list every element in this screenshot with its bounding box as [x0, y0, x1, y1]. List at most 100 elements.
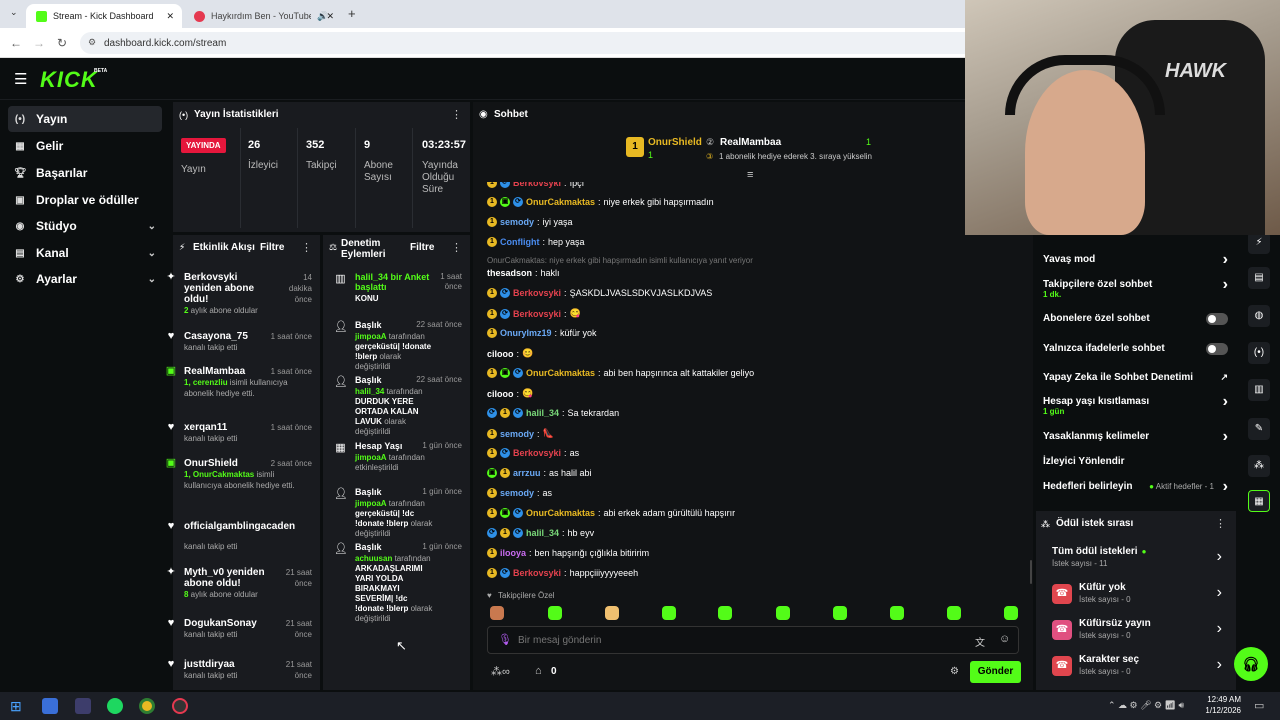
- close-tab-icon[interactable]: ✕: [166, 11, 174, 22]
- sidebar-item-kanal[interactable]: ▤ Kanal ⌄: [8, 240, 162, 266]
- emote-icon[interactable]: [548, 606, 562, 620]
- site-info-icon[interactable]: ⚙: [88, 37, 96, 48]
- setting-row[interactable]: Abonelere özel sohbet: [1043, 313, 1228, 325]
- expand-pinned-icon[interactable]: ≡: [747, 169, 753, 181]
- browser-tab-kick[interactable]: Stream - Kick Dashboard ✕: [26, 4, 182, 28]
- activity-filter-button[interactable]: Filtre: [260, 242, 284, 253]
- event-name[interactable]: Casayona_75: [184, 331, 270, 342]
- app-icon[interactable]: [42, 698, 58, 714]
- reward-item[interactable]: ☎ Karakter seç İstek sayısı - 0 ›: [1052, 654, 1222, 676]
- chevron-right-icon[interactable]: ›: [1217, 620, 1222, 638]
- reload-icon[interactable]: ↻: [57, 36, 67, 50]
- chat-username[interactable]: cilooo: [487, 349, 514, 359]
- event-name[interactable]: Berkovsyki yeniden abone oldu!: [184, 272, 270, 305]
- emoji-icon[interactable]: ☺: [999, 633, 1010, 645]
- channel-points-icon[interactable]: ⁂∞: [491, 665, 510, 678]
- reward-item[interactable]: Tüm ödül istekleri ● İstek sayısı - 11 ›: [1052, 546, 1222, 568]
- chat-settings-gear-icon[interactable]: ⚙: [950, 666, 959, 677]
- chat-message-input[interactable]: [518, 632, 938, 648]
- tab-list-chevron-icon[interactable]: ⌄: [10, 7, 18, 18]
- moderator-name[interactable]: achuusan: [355, 554, 392, 563]
- external-link-icon[interactable]: ↗: [1220, 372, 1228, 383]
- chat-username[interactable]: semody: [500, 488, 534, 498]
- chat-username[interactable]: ilooya: [500, 548, 526, 558]
- forward-icon[interactable]: →: [33, 36, 45, 50]
- reward-item[interactable]: ☎ Küfürsüz yayın İstek sayısı - 0 ›: [1052, 618, 1222, 640]
- chevron-right-icon[interactable]: ›: [1217, 548, 1222, 566]
- support-headset-icon[interactable]: 🎧︎: [1234, 647, 1268, 681]
- emote-icon[interactable]: [1004, 606, 1018, 620]
- setting-row[interactable]: Hedefleri belirleyin › ● Aktif hedefler - …: [1043, 478, 1228, 495]
- chat-username[interactable]: semody: [500, 429, 534, 439]
- gift-box-icon[interactable]: ⌂: [535, 665, 542, 677]
- chat-icon[interactable]: ◍: [1248, 305, 1270, 327]
- event-name[interactable]: justtdiryaa: [184, 659, 270, 670]
- browser-tab-youtube[interactable]: Haykırdım Ben - YouTube M 🔊 ✕: [184, 4, 342, 28]
- moderation-menu-icon[interactable]: ⋮: [451, 241, 462, 254]
- reward-item[interactable]: ☎ Küfür yok İstek sayısı - 0 ›: [1052, 582, 1222, 604]
- moderator-name[interactable]: halil_34: [355, 387, 384, 396]
- chat-username[interactable]: Berkovsyki: [513, 309, 561, 319]
- clapperboard-icon[interactable]: ▦: [1248, 490, 1270, 512]
- spotify-icon[interactable]: [107, 698, 123, 714]
- emote-icon[interactable]: [947, 606, 961, 620]
- chevron-right-icon[interactable]: ›: [1217, 656, 1222, 674]
- back-icon[interactable]: ←: [10, 36, 22, 50]
- event-name[interactable]: xerqan11: [184, 422, 270, 433]
- moderator-name[interactable]: jimpoaA: [355, 499, 387, 508]
- emote-icon[interactable]: [776, 606, 790, 620]
- setting-row[interactable]: Yapay Zeka ile Sohbet Denetimi ↗: [1043, 372, 1228, 383]
- event-name[interactable]: OnurShield: [184, 458, 270, 469]
- pinned-left-name[interactable]: OnurShield: [648, 137, 702, 148]
- sidebar-item-basarilar[interactable]: 🏆︎ Başarılar: [8, 160, 162, 186]
- chat-username[interactable]: thesadson: [487, 268, 532, 278]
- chat-username[interactable]: OnurCakmaktas: [526, 368, 595, 378]
- stats-menu-icon[interactable]: ⋮: [451, 108, 462, 121]
- setting-row[interactable]: Yalnızca ifadelerle sohbet: [1043, 343, 1228, 355]
- setting-row[interactable]: Takipçilere özel sohbet 1 dk. ›: [1043, 276, 1228, 299]
- quick-action-bolt-icon[interactable]: ⚡︎: [1248, 232, 1270, 254]
- setting-row[interactable]: İzleyici Yönlendir: [1043, 456, 1228, 467]
- emote-icon[interactable]: [890, 606, 904, 620]
- notification-icon[interactable]: ▭: [1254, 699, 1264, 712]
- app-icon[interactable]: [75, 698, 91, 714]
- setting-row[interactable]: Yavaş mod ›: [1043, 251, 1228, 268]
- broadcast-icon[interactable]: (•): [1248, 342, 1270, 364]
- chat-username[interactable]: cilooo: [487, 389, 514, 399]
- emote-icon[interactable]: [833, 606, 847, 620]
- setting-toggle[interactable]: [1206, 343, 1228, 355]
- sidebar-item-gelir[interactable]: ▦ Gelir: [8, 133, 162, 159]
- pinned-right-name[interactable]: RealMambaa: [720, 137, 781, 148]
- obs-icon[interactable]: [172, 698, 188, 714]
- kick-logo[interactable]: KICK: [40, 67, 98, 93]
- setting-toggle[interactable]: [1206, 313, 1228, 325]
- chat-username[interactable]: Berkovsyki: [513, 568, 561, 578]
- emote-icon[interactable]: [662, 606, 676, 620]
- chrome-icon[interactable]: [139, 698, 155, 714]
- microphone-icon[interactable]: 🎙︎: [498, 633, 512, 646]
- emote-icon[interactable]: [605, 606, 619, 620]
- close-tab-icon[interactable]: ✕: [326, 11, 334, 22]
- chat-username[interactable]: arrzuu: [513, 468, 541, 478]
- chat-username[interactable]: semody: [500, 217, 534, 227]
- chevron-right-icon[interactable]: ›: [1217, 584, 1222, 602]
- sidebar-item-studyo[interactable]: ◉ Stüdyo ⌄: [8, 213, 162, 239]
- sidebar-item-droplar[interactable]: ▣ Droplar ve ödüller: [8, 187, 162, 213]
- send-button[interactable]: Gönder: [970, 661, 1021, 683]
- chat-username[interactable]: Berkovsyki: [513, 288, 561, 298]
- translate-icon[interactable]: 文: [975, 634, 985, 649]
- hamburger-menu-icon[interactable]: ☰: [14, 70, 27, 88]
- chevron-right-icon[interactable]: ›: [1223, 478, 1228, 496]
- chevron-right-icon[interactable]: ›: [1223, 428, 1228, 446]
- event-name[interactable]: Myth_v0 yeniden abone oldu!: [184, 567, 270, 589]
- emote-icon[interactable]: [490, 606, 504, 620]
- reward-menu-icon[interactable]: ⋮: [1215, 517, 1226, 530]
- setting-row[interactable]: Hesap yaşı kısıtlaması 1 gün ›: [1043, 393, 1228, 416]
- document-icon[interactable]: ▤: [1248, 267, 1270, 289]
- chat-username[interactable]: Onurylmz19: [500, 328, 552, 338]
- sidebar-item-ayarlar[interactable]: ⚙ Ayarlar ⌄: [8, 266, 162, 292]
- chevron-right-icon[interactable]: ›: [1223, 276, 1228, 294]
- moderation-filter-button[interactable]: Filtre: [410, 242, 434, 253]
- chat-username[interactable]: halil_34: [526, 408, 559, 418]
- layout-icon[interactable]: ▥: [1248, 379, 1270, 401]
